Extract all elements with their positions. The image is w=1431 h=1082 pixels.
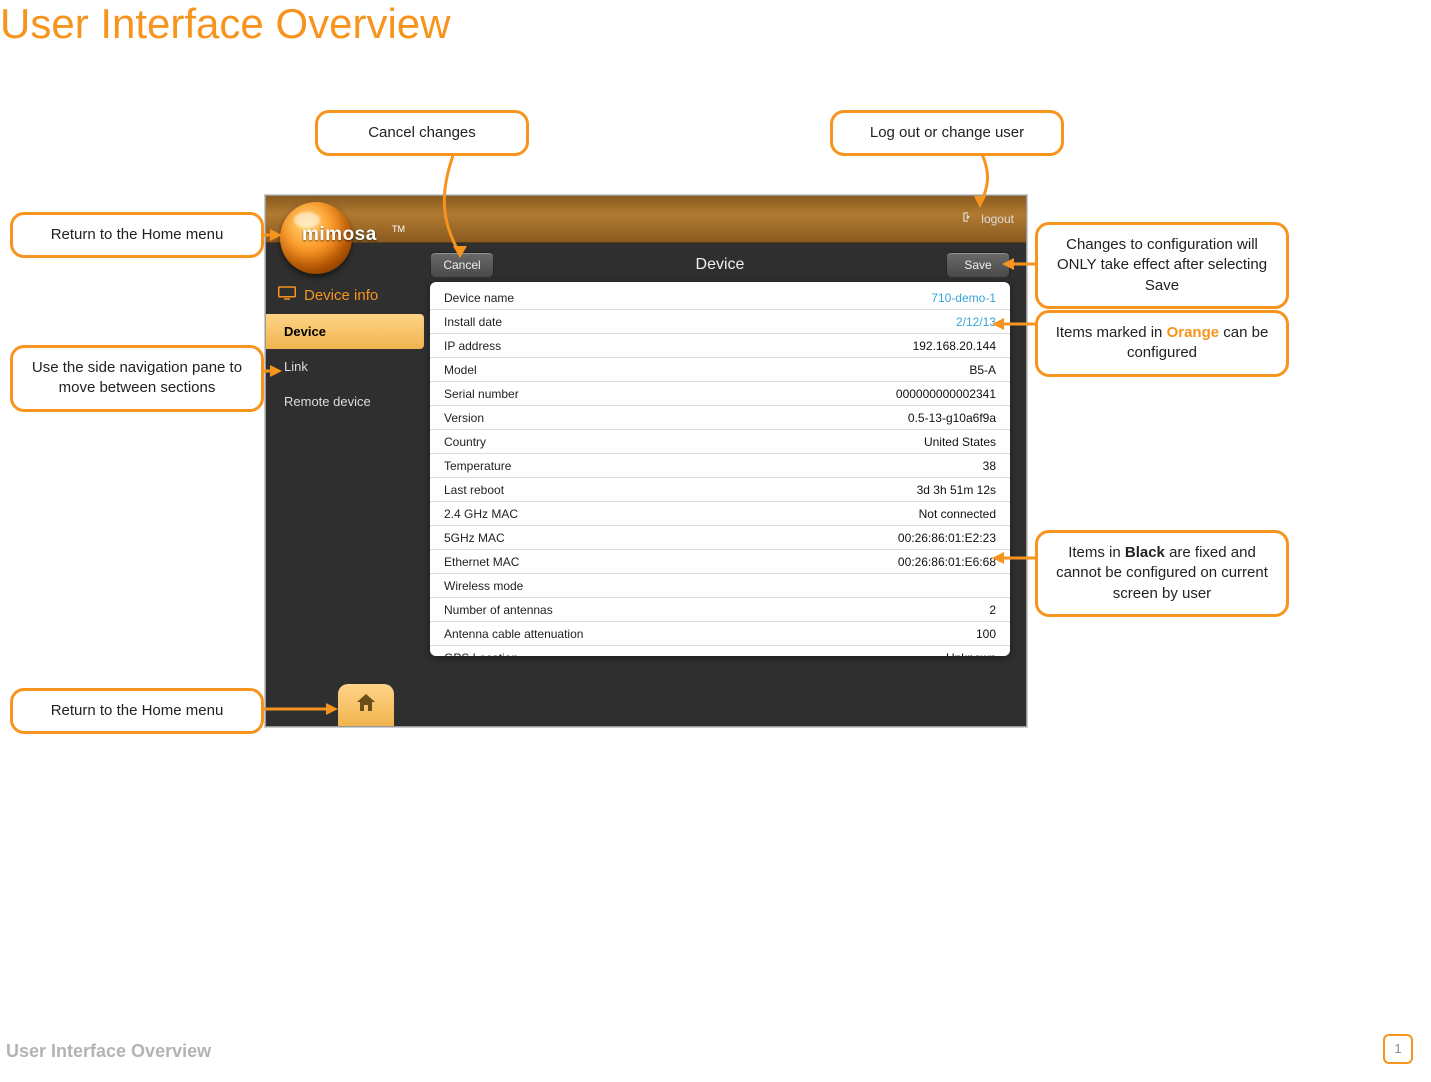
callout-orange-pointer (988, 316, 1040, 332)
settings-row-value: 3d 3h 51m 12s (917, 483, 996, 497)
settings-row-value: Not connected (919, 507, 996, 521)
settings-row-label: Antenna cable attenuation (444, 627, 583, 641)
settings-row[interactable]: Install date2/12/13 (430, 310, 1010, 334)
callout-orange-pref: Items marked in (1056, 324, 1167, 341)
settings-row-value: Unknown (946, 651, 996, 657)
sidebar: Device info Device Link Remote device (266, 276, 424, 726)
sidebar-item-link[interactable]: Link (266, 349, 424, 384)
settings-row-label: Temperature (444, 459, 511, 473)
settings-row-label: IP address (444, 339, 501, 353)
settings-row: Number of antennas 2 (430, 598, 1010, 622)
settings-row-value: 00:26:86:01:E6:68 (898, 555, 996, 569)
callout-home-bottom-text: Return to the Home menu (51, 702, 224, 719)
callout-cancel-text: Cancel changes (368, 124, 476, 141)
callout-save-text: Changes to configuration will ONLY take … (1057, 236, 1267, 294)
settings-row-value: 38 (983, 459, 996, 473)
callout-home-top-text: Return to the Home menu (51, 226, 224, 243)
brand-logo-tm: TM (392, 224, 405, 234)
settings-row: Country United States (430, 430, 1010, 454)
callout-black: Items in Black are fixed and cannot be c… (1035, 530, 1289, 617)
brand-logo-text: mimosa (302, 224, 377, 246)
settings-row-label: Last reboot (444, 483, 504, 497)
toolbar: Cancel Device Save (424, 242, 1016, 282)
callout-orange: Items marked in Orange can be configured (1035, 310, 1289, 377)
brand-logo[interactable]: mimosa TM (276, 196, 396, 282)
settings-row-value: 000000000002341 (896, 387, 996, 401)
callout-sidenav-text: Use the side navigation pane to move bet… (32, 359, 242, 396)
callout-logout-text: Log out or change user (870, 124, 1024, 141)
callout-black-pref: Items in (1068, 544, 1125, 561)
settings-row-value[interactable]: 710-demo-1 (931, 291, 996, 305)
settings-row: Temperature 38 (430, 454, 1010, 478)
callout-home-bottom: Return to the Home menu (10, 688, 264, 734)
settings-row-value: 00:26:86:01:E2:23 (898, 531, 996, 545)
settings-row-label: GPS Location (444, 651, 518, 657)
settings-row: Version 0.5-13-g10a6f9a (430, 406, 1010, 430)
callout-logout: Log out or change user (830, 110, 1064, 156)
logout-icon (961, 210, 975, 227)
app-window: logout mimosa TM Device info Device Link… (265, 195, 1027, 727)
settings-row-label: Install date (444, 315, 502, 329)
settings-row: Ethernet MAC 00:26:86:01:E6:68 (430, 550, 1010, 574)
settings-row-value: 0.5-13-g10a6f9a (908, 411, 996, 425)
home-button[interactable] (338, 684, 394, 726)
home-icon (354, 691, 378, 720)
settings-row-value: United States (924, 435, 996, 449)
settings-row: Antenna cable attenuation 100 (430, 622, 1010, 646)
callout-save-pointer (1000, 256, 1040, 272)
settings-row: Last reboot 3d 3h 51m 12s (430, 478, 1010, 502)
callout-save: Changes to configuration will ONLY take … (1035, 222, 1289, 309)
settings-row: Serial number 000000000002341 (430, 382, 1010, 406)
callout-cancel-pointer (430, 150, 480, 260)
settings-row: Model B5-A (430, 358, 1010, 382)
settings-row-label: Version (444, 411, 484, 425)
monitor-icon (278, 286, 296, 304)
callout-sidenav: Use the side navigation pane to move bet… (10, 345, 264, 412)
settings-row: 5GHz MAC 00:26:86:01:E2:23 (430, 526, 1010, 550)
settings-row-value: 2 (989, 603, 996, 617)
settings-row-label: Model (444, 363, 477, 377)
callout-home-top: Return to the Home menu (10, 212, 264, 258)
settings-row-label: 5GHz MAC (444, 531, 505, 545)
settings-row-label: Serial number (444, 387, 519, 401)
callout-cancel: Cancel changes (315, 110, 529, 156)
settings-row-value: 192.168.20.144 (913, 339, 996, 353)
settings-row[interactable]: Device name 710-demo-1 (430, 286, 1010, 310)
page-title: User Interface Overview (0, 0, 450, 48)
sidebar-heading: Device info (266, 276, 424, 314)
settings-row-value: B5-A (969, 363, 996, 377)
content-area: Cancel Device Save Device name 710-demo-1… (424, 242, 1016, 716)
callout-logout-pointer (960, 150, 1000, 210)
settings-row-value: 100 (976, 627, 996, 641)
logout-button[interactable]: logout (961, 210, 1014, 227)
settings-row-label: Ethernet MAC (444, 555, 519, 569)
page-number: 1 (1383, 1034, 1413, 1064)
settings-row-label: Country (444, 435, 486, 449)
callout-orange-word: Orange (1167, 324, 1220, 341)
callout-black-pointer (988, 550, 1040, 566)
logout-label: logout (981, 212, 1014, 226)
settings-sheet: Device name 710-demo-1 Install date2/12/13… (430, 282, 1010, 656)
settings-row: 2.4 GHz MAC Not connected (430, 502, 1010, 526)
panel-title: Device (696, 256, 745, 274)
sidebar-item-device[interactable]: Device (266, 314, 424, 349)
settings-row-label: Device name (444, 291, 514, 305)
callout-black-word: Black (1125, 544, 1165, 561)
sidebar-item-remote-device[interactable]: Remote device (266, 384, 424, 419)
settings-row: GPS Location Unknown (430, 646, 1010, 656)
sidebar-heading-label: Device info (304, 287, 378, 304)
settings-row: IP address 192.168.20.144 (430, 334, 1010, 358)
settings-row: Wireless mode (430, 574, 1010, 598)
footer-title: User Interface Overview (6, 1041, 211, 1062)
settings-row-label: 2.4 GHz MAC (444, 507, 518, 521)
settings-row-label: Number of antennas (444, 603, 553, 617)
settings-row-label: Wireless mode (444, 579, 523, 593)
